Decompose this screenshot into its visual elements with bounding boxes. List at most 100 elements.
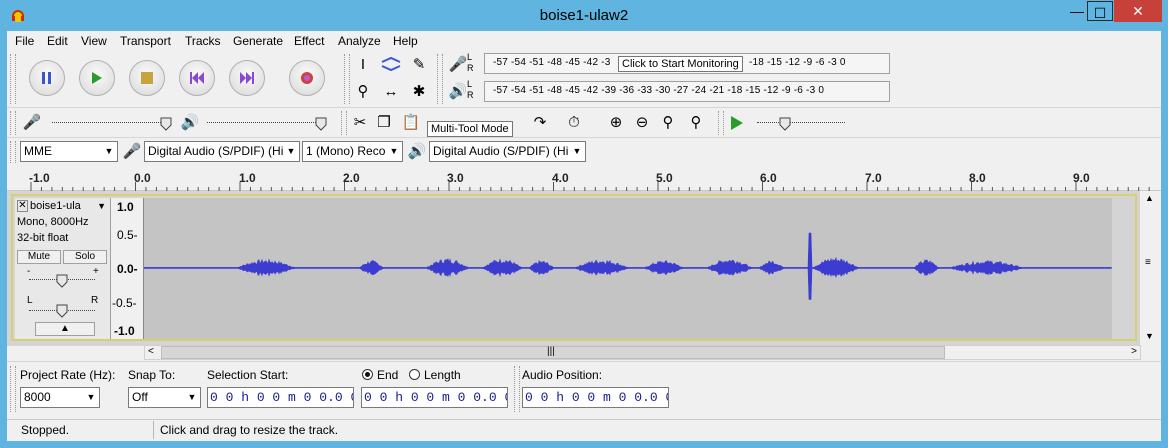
skip-to-end-button[interactable] — [229, 60, 265, 96]
menu-analyze[interactable]: Analyze — [338, 34, 381, 48]
recording-device-select[interactable]: Digital Audio (S/PDIF) (Hi ▼ — [144, 141, 300, 162]
close-button[interactable]: ✕ — [1114, 0, 1162, 22]
solo-button[interactable]: Solo — [63, 250, 107, 264]
play-speed-thumb[interactable] — [779, 117, 791, 131]
track-control-panel[interactable]: ✕ boise1-ula ▼ Mono, 8000Hz 32-bit float… — [15, 198, 111, 339]
track-close-icon[interactable]: ✕ — [17, 200, 28, 212]
mute-button[interactable]: Mute — [17, 250, 61, 264]
selection-tool-icon[interactable]: I — [352, 54, 374, 76]
input-volume-slider[interactable] — [52, 122, 167, 123]
time-hours: 0 0 h — [525, 390, 565, 405]
output-volume-thumb[interactable] — [315, 117, 327, 131]
selection-toolbar: Project Rate (Hz): 8000 ▼ Snap To: Off ▼ S… — [7, 361, 1161, 416]
time-seconds: 0 0.0 0 0 — [303, 390, 353, 405]
playback-meter-l: L — [467, 79, 473, 89]
waveform-area[interactable] — [143, 198, 1112, 339]
copy-icon[interactable]: ❐ — [373, 112, 395, 134]
pause-button[interactable] — [29, 60, 65, 96]
meter-grip[interactable] — [437, 54, 443, 104]
zoom-in-icon[interactable]: ⊕ — [605, 112, 627, 134]
paste-icon[interactable]: 📋 — [400, 112, 422, 134]
output-volume-slider[interactable] — [207, 122, 322, 123]
toolbar-grip[interactable] — [10, 54, 16, 104]
play-at-speed-grip[interactable] — [718, 111, 724, 135]
menu-view[interactable]: View — [81, 34, 107, 48]
scroll-thumb-grip-icon[interactable]: ≡ — [1145, 257, 1151, 268]
fit-project-icon[interactable]: ⚲ — [685, 112, 707, 134]
menu-effect[interactable]: Effect — [294, 34, 324, 48]
app-client: File Edit View Transport Tracks Generate… — [7, 31, 1161, 441]
playback-meter[interactable]: -57 -54 -51 -48 -45 -42 -39 -36 -33 -30 … — [484, 81, 890, 102]
envelope-tool-icon[interactable] — [380, 54, 402, 76]
redo-icon[interactable]: ↷ — [529, 112, 551, 134]
device-grip[interactable] — [10, 141, 16, 163]
menu-bar: File Edit View Transport Tracks Generate… — [7, 31, 1161, 51]
collapse-track-button[interactable]: ▲ — [35, 322, 95, 336]
selection-end-time[interactable]: 0 0 h 0 0 m 0 0.0 0 0s▾ — [361, 387, 508, 408]
audio-position-grip[interactable] — [514, 366, 520, 412]
scroll-up-icon[interactable]: ▲ — [1145, 193, 1154, 203]
recording-device-mic-icon: 🎤 — [122, 143, 142, 160]
menu-edit[interactable]: Edit — [47, 34, 68, 48]
stop-button[interactable] — [129, 60, 165, 96]
pan-thumb[interactable] — [56, 304, 68, 318]
output-volume-speaker-icon: 🔊 — [180, 114, 200, 131]
title-bar[interactable]: boise1-ulaw2 — ☐ ✕ — [0, 0, 1168, 31]
audio-host-select[interactable]: MME ▼ — [20, 141, 118, 162]
fit-selection-icon[interactable]: ⚲ — [657, 112, 679, 134]
menu-generate[interactable]: Generate — [233, 34, 283, 48]
window-title: boise1-ulaw2 — [539, 7, 629, 24]
snap-to-select[interactable]: Off ▼ — [128, 387, 201, 408]
menu-help[interactable]: Help — [393, 34, 418, 48]
selection-grip[interactable] — [10, 366, 16, 412]
record-icon — [301, 72, 313, 84]
horizontal-scrollbar[interactable]: < ||| > — [144, 345, 1141, 360]
recording-channels-select[interactable]: 1 (Mono) Reco ▼ — [302, 141, 403, 162]
maximize-button[interactable]: ☐ — [1087, 1, 1113, 21]
edit-grip[interactable] — [341, 111, 347, 135]
menu-file[interactable]: File — [15, 34, 34, 48]
play-speed-slider[interactable] — [757, 122, 845, 123]
scroll-left-icon[interactable]: < — [148, 346, 154, 357]
scroll-down-icon[interactable]: ▼ — [1145, 331, 1154, 341]
record-button[interactable] — [289, 60, 325, 96]
gain-thumb[interactable] — [56, 274, 68, 288]
timeline-ruler[interactable]: -1.0 0.0 1.0 2.0 3.0 4.0 5.0 6.0 7.0 8.0… — [7, 166, 1161, 191]
time-shift-tool-icon[interactable]: ↔ — [380, 81, 402, 103]
playback-device-select[interactable]: Digital Audio (S/PDIF) (Hi ▼ — [429, 141, 586, 162]
selection-start-time[interactable]: 0 0 h 0 0 m 0 0.0 0 0s▾ — [207, 387, 354, 408]
scroll-right-icon[interactable]: > — [1131, 346, 1137, 357]
skip-to-start-button[interactable] — [179, 60, 215, 96]
record-meter-mic-icon[interactable]: 🎤 — [447, 54, 469, 76]
ruler-ticks — [30, 182, 1150, 191]
track-name: boise1-ula — [30, 200, 81, 212]
tools-grip[interactable] — [344, 54, 350, 104]
multi-tool-icon[interactable]: ✱ — [408, 81, 430, 103]
cut-icon[interactable]: ✂ — [349, 112, 371, 134]
pan-left-label: L — [27, 295, 33, 306]
end-radio[interactable] — [362, 369, 373, 380]
draw-tool-icon[interactable]: ✎ — [408, 54, 430, 76]
input-volume-thumb[interactable] — [160, 117, 172, 131]
track-name-menu[interactable]: boise1-ula ▼ — [30, 200, 108, 212]
play-at-speed-icon[interactable] — [729, 115, 745, 131]
zoom-tool-icon[interactable]: ⚲ — [352, 81, 374, 103]
project-rate-select[interactable]: 8000 ▼ — [20, 387, 100, 408]
horizontal-scroll-thumb[interactable]: ||| — [161, 346, 945, 359]
record-meter-ticks: -57 -54 -51 -48 -45 -42 -3 — [493, 57, 611, 68]
playback-meter-speaker-icon[interactable]: 🔊 — [447, 81, 469, 103]
sync-lock-icon[interactable]: ⏱ — [563, 112, 585, 134]
menu-transport[interactable]: Transport — [120, 34, 171, 48]
mixer-grip[interactable] — [10, 111, 16, 135]
vertical-ruler[interactable]: 1.0 0.5- 0.0- -0.5- -1.0 — [111, 198, 144, 339]
audio-track[interactable]: ✕ boise1-ula ▼ Mono, 8000Hz 32-bit float… — [11, 194, 1137, 341]
audio-position-time[interactable]: 0 0 h 0 0 m 0 0.0 0 0s▾ — [522, 387, 669, 408]
chevron-down-icon: ▼ — [187, 392, 197, 402]
play-button[interactable] — [79, 60, 115, 96]
zoom-out-icon[interactable]: ⊖ — [631, 112, 653, 134]
menu-tracks[interactable]: Tracks — [185, 34, 221, 48]
length-radio[interactable] — [409, 369, 420, 380]
record-meter-r: R — [467, 63, 474, 73]
vertical-scrollbar[interactable]: ▲ ≡ ▼ — [1140, 191, 1161, 346]
monitoring-tooltip: Click to Start Monitoring — [618, 56, 743, 72]
